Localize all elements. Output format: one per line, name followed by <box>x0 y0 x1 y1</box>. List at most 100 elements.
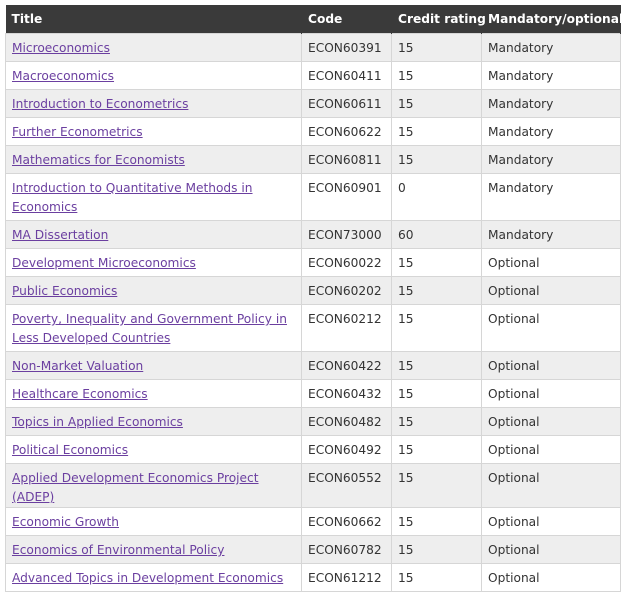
course-title-link[interactable]: Economics of Environmental Policy <box>12 543 224 557</box>
credit-cell: 15 <box>391 563 482 592</box>
credit-cell: 15 <box>391 276 482 305</box>
table-row: MA Dissertation ECON73000 60 Mandatory <box>5 220 621 249</box>
table-row: Public Economics ECON60202 15 Optional <box>5 276 621 305</box>
credit-cell: 15 <box>391 304 482 352</box>
credit-cell: 15 <box>391 351 482 380</box>
status-cell: Optional <box>481 535 621 564</box>
title-cell: Economic Growth <box>5 507 302 536</box>
code-cell: ECON60432 <box>301 379 392 408</box>
title-cell: Macroeconomics <box>5 61 302 90</box>
title-cell: Introduction to Quantitative Methods in … <box>5 173 302 221</box>
title-cell: Further Econometrics <box>5 117 302 146</box>
status-cell: Optional <box>481 248 621 277</box>
code-cell: ECON60202 <box>301 276 392 305</box>
course-title-link[interactable]: Healthcare Economics <box>12 387 148 401</box>
course-title-link[interactable]: Introduction to Quantitative Methods in … <box>12 181 253 214</box>
course-title-link[interactable]: Advanced Topics in Development Economics <box>12 571 283 585</box>
status-cell: Mandatory <box>481 117 621 146</box>
status-cell: Mandatory <box>481 145 621 174</box>
credit-cell: 15 <box>391 33 482 62</box>
code-cell: ECON60391 <box>301 33 392 62</box>
credit-cell: 15 <box>391 379 482 408</box>
table-row: Applied Development Economics Project (A… <box>5 463 621 508</box>
table-row: Political Economics ECON60492 15 Optiona… <box>5 435 621 464</box>
code-cell: ECON60411 <box>301 61 392 90</box>
course-table-container: Title Code Credit rating Mandatory/optio… <box>5 5 623 592</box>
status-cell: Mandatory <box>481 89 621 118</box>
course-title-link[interactable]: MA Dissertation <box>12 228 108 242</box>
code-cell: ECON60212 <box>301 304 392 352</box>
code-cell: ECON60622 <box>301 117 392 146</box>
title-cell: Topics in Applied Economics <box>5 407 302 436</box>
credit-cell: 15 <box>391 435 482 464</box>
title-cell: Non-Market Valuation <box>5 351 302 380</box>
code-cell: ECON73000 <box>301 220 392 249</box>
code-cell: ECON60811 <box>301 145 392 174</box>
course-title-link[interactable]: Development Microeconomics <box>12 256 196 270</box>
course-title-link[interactable]: Topics in Applied Economics <box>12 415 183 429</box>
title-cell: Advanced Topics in Development Economics <box>5 563 302 592</box>
title-cell: Mathematics for Economists <box>5 145 302 174</box>
title-cell: Development Microeconomics <box>5 248 302 277</box>
credit-cell: 60 <box>391 220 482 249</box>
course-title-link[interactable]: Mathematics for Economists <box>12 153 185 167</box>
credit-cell: 0 <box>391 173 482 221</box>
status-cell: Optional <box>481 379 621 408</box>
status-cell: Optional <box>481 463 621 508</box>
title-cell: Healthcare Economics <box>5 379 302 408</box>
status-cell: Optional <box>481 407 621 436</box>
code-cell: ECON60022 <box>301 248 392 277</box>
title-cell: Public Economics <box>5 276 302 305</box>
code-cell: ECON60901 <box>301 173 392 221</box>
code-cell: ECON61212 <box>301 563 392 592</box>
column-header-code: Code <box>301 5 392 34</box>
course-title-link[interactable]: Economic Growth <box>12 515 119 529</box>
table-row: Healthcare Economics ECON60432 15 Option… <box>5 379 621 408</box>
code-cell: ECON60492 <box>301 435 392 464</box>
code-cell: ECON60662 <box>301 507 392 536</box>
title-cell: Political Economics <box>5 435 302 464</box>
table-row: Advanced Topics in Development Economics… <box>5 563 621 592</box>
title-cell: Poverty, Inequality and Government Polic… <box>5 304 302 352</box>
status-cell: Optional <box>481 351 621 380</box>
course-title-link[interactable]: Non-Market Valuation <box>12 359 143 373</box>
table-row: Macroeconomics ECON60411 15 Mandatory <box>5 61 621 90</box>
column-header-credit-rating: Credit rating <box>391 5 486 34</box>
credit-cell: 15 <box>391 145 482 174</box>
table-row: Further Econometrics ECON60622 15 Mandat… <box>5 117 621 146</box>
credit-cell: 15 <box>391 407 482 436</box>
credit-cell: 15 <box>391 61 482 90</box>
header-row: Title Code Credit rating Mandatory/optio… <box>5 5 623 34</box>
credit-cell: 15 <box>391 117 482 146</box>
code-cell: ECON60552 <box>301 463 392 508</box>
table-row: Economic Growth ECON60662 15 Optional <box>5 507 621 536</box>
title-cell: Economics of Environmental Policy <box>5 535 302 564</box>
course-title-link[interactable]: Applied Development Economics Project (A… <box>12 471 259 504</box>
title-cell: MA Dissertation <box>5 220 302 249</box>
course-title-link[interactable]: Macroeconomics <box>12 69 114 83</box>
course-title-link[interactable]: Introduction to Econometrics <box>12 97 188 111</box>
code-cell: ECON60422 <box>301 351 392 380</box>
title-cell: Introduction to Econometrics <box>5 89 302 118</box>
table-row: Mathematics for Economists ECON60811 15 … <box>5 145 621 174</box>
code-cell: ECON60482 <box>301 407 392 436</box>
table-row: Introduction to Quantitative Methods in … <box>5 173 621 221</box>
course-title-link[interactable]: Microeconomics <box>12 41 110 55</box>
status-cell: Mandatory <box>481 61 621 90</box>
status-cell: Optional <box>481 563 621 592</box>
column-header-mandatory-optional: Mandatory/optional <box>481 5 623 34</box>
table-header: Title Code Credit rating Mandatory/optio… <box>5 5 623 34</box>
table-row: Introduction to Econometrics ECON60611 1… <box>5 89 621 118</box>
course-title-link[interactable]: Poverty, Inequality and Government Polic… <box>12 312 287 345</box>
table-row: Topics in Applied Economics ECON60482 15… <box>5 407 621 436</box>
column-header-title: Title <box>5 5 302 34</box>
table-row: Poverty, Inequality and Government Polic… <box>5 304 621 352</box>
status-cell: Optional <box>481 507 621 536</box>
course-title-link[interactable]: Political Economics <box>12 443 128 457</box>
table-row: Economics of Environmental Policy ECON60… <box>5 535 621 564</box>
course-title-link[interactable]: Further Econometrics <box>12 125 143 139</box>
credit-cell: 15 <box>391 463 482 508</box>
code-cell: ECON60611 <box>301 89 392 118</box>
course-title-link[interactable]: Public Economics <box>12 284 117 298</box>
code-cell: ECON60782 <box>301 535 392 564</box>
